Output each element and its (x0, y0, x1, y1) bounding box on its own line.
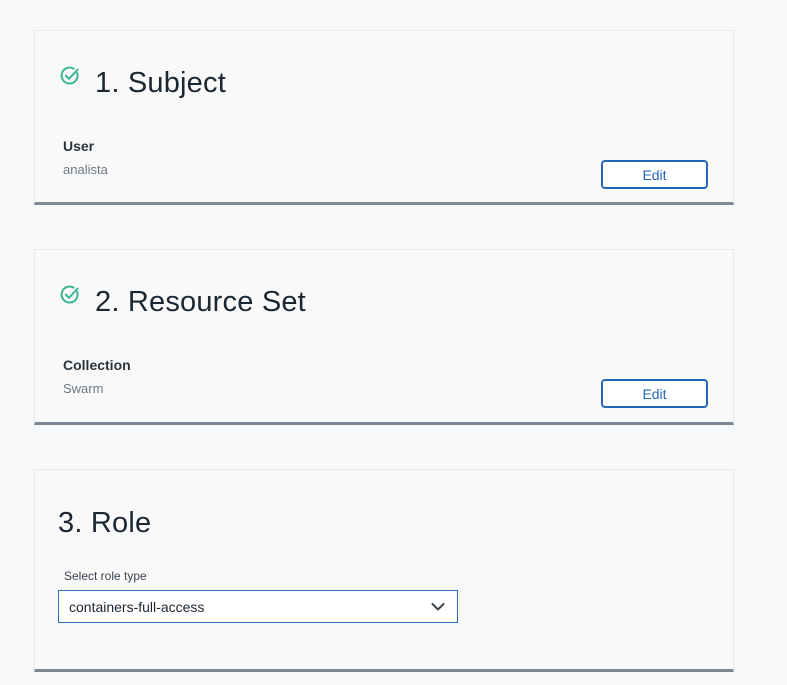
role-type-selected-value: containers-full-access (69, 599, 205, 615)
edit-subject-button[interactable]: Edit (601, 160, 708, 189)
collection-label: Collection (63, 357, 131, 373)
subject-title: 1. Subject (95, 67, 226, 99)
check-circle-icon (60, 285, 79, 304)
role-card: 3. Role Select role type containers-full… (34, 469, 734, 672)
collection-value: Swarm (63, 381, 104, 396)
resource-set-card: 2. Resource Set Collection Swarm Edit (34, 249, 734, 425)
role-title: 3. Role (58, 507, 152, 539)
resource-set-title: 2. Resource Set (95, 286, 306, 318)
check-circle-icon (60, 66, 79, 85)
subject-card: 1. Subject User analista Edit (34, 30, 734, 205)
user-value: analista (63, 162, 108, 177)
role-type-select[interactable]: containers-full-access (58, 590, 458, 623)
role-type-label: Select role type (64, 569, 147, 583)
chevron-down-icon[interactable] (431, 602, 445, 612)
user-label: User (63, 138, 95, 154)
page: 1. Subject User analista Edit 2. Resourc… (0, 0, 787, 685)
edit-resource-set-button[interactable]: Edit (601, 379, 708, 408)
